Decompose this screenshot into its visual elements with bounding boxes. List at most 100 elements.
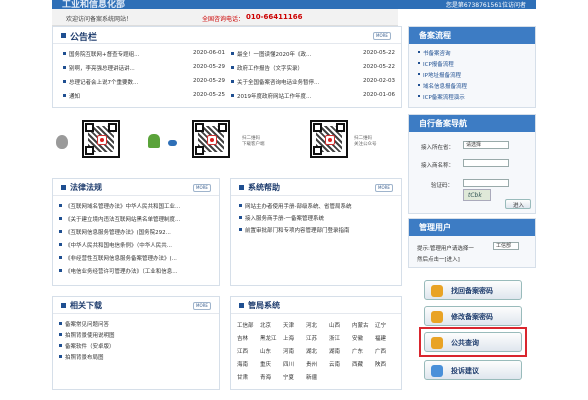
announcement-link[interactable]: 最全！一图读懂2020年《政... xyxy=(237,50,311,58)
bureau-link[interactable]: 贵州 xyxy=(306,360,317,368)
bureau-link[interactable]: 湖南 xyxy=(329,347,340,355)
admin-select[interactable]: 工信部 xyxy=(493,242,519,250)
list-item[interactable]: 总理记者会上说7个重要数... 2020-05-29 xyxy=(63,78,225,87)
list-item[interactable]: 拍照背景使用说明图 xyxy=(59,332,209,340)
visitor-count: 您是第6738761561位访问者 xyxy=(445,2,526,9)
announcement-link[interactable]: 政府工作报告（文字实录） xyxy=(237,64,303,72)
bureau-link[interactable]: 北京 xyxy=(260,321,271,329)
bureau-link[interactable]: 陕西 xyxy=(375,360,386,368)
bureau-link[interactable]: 天津 xyxy=(283,321,294,329)
list-link[interactable]: 《电信业务经营许可管理办法》（工业和信息... xyxy=(65,267,178,275)
bureau-link[interactable]: 广东 xyxy=(352,347,363,355)
bureau-link[interactable]: 甘肃 xyxy=(237,373,248,381)
process-link[interactable]: 域名信息报备流程 xyxy=(418,82,467,90)
list-item[interactable]: 《关于建立境内违法互联网站黑名单管理制度... xyxy=(59,216,209,224)
bureau-link[interactable]: 青海 xyxy=(260,373,271,381)
list-item[interactable]: 关于全国备案咨询电话业务暂停... 2020-02-03 xyxy=(231,78,395,87)
list-item[interactable]: 《中华人民共和国电信条例》（中华人民共... xyxy=(59,242,209,250)
list-link[interactable]: 前置审批部门和专项内容管理部门登录指南 xyxy=(245,226,350,234)
list-link[interactable]: 《非经营性互联网信息服务备案管理办法》(... xyxy=(65,254,177,262)
list-item[interactable]: 政府工作报告（文字实录） 2020-05-22 xyxy=(231,64,395,73)
list-item[interactable]: 接入服务商手册-一备案管理系统 xyxy=(239,215,389,223)
isp-name-field[interactable] xyxy=(463,159,509,167)
bureau-link[interactable]: 安徽 xyxy=(352,334,363,342)
list-link[interactable]: 备案软件（安卓版） xyxy=(65,342,115,350)
bureau-link[interactable]: 工信部 xyxy=(237,321,254,329)
bureau-link[interactable]: 浙江 xyxy=(329,334,340,342)
enter-button[interactable]: 进入 xyxy=(505,199,531,209)
bureau-link[interactable]: 山东 xyxy=(260,347,271,355)
bureau-link[interactable]: 海南 xyxy=(237,360,248,368)
more-button[interactable]: MORE xyxy=(193,184,211,192)
process-link[interactable]: ICP报备流程 xyxy=(418,60,454,68)
list-link[interactable]: 备案常见问题问答 xyxy=(65,320,109,328)
more-button[interactable]: MORE xyxy=(193,302,211,310)
bureau-link[interactable]: 内蒙古 xyxy=(352,321,369,329)
section-title: 管理用户 xyxy=(419,223,451,232)
announcement-link[interactable]: 别啊，李亮强总理讲话讲... xyxy=(69,64,135,72)
list-link[interactable]: 拍照背景使用说明图 xyxy=(65,331,115,339)
announcement-link[interactable]: 国务院互联网+督查专题组... xyxy=(69,50,139,58)
bureau-link[interactable]: 江苏 xyxy=(306,334,317,342)
bureau-link[interactable]: 黑龙江 xyxy=(260,334,277,342)
list-link[interactable]: 接入服务商手册-一备案管理系统 xyxy=(245,214,324,222)
bureau-link[interactable]: 云南 xyxy=(329,360,340,368)
list-item[interactable]: 前置审批部门和专项内容管理部门登录指南 xyxy=(239,227,389,235)
announcement-link[interactable]: 通知 xyxy=(69,92,80,100)
list-link[interactable]: 《中华人民共和国电信条例》（中华人民共... xyxy=(65,241,172,249)
bureau-link[interactable]: 四川 xyxy=(283,360,294,368)
bureau-link[interactable]: 吉林 xyxy=(237,334,248,342)
bureau-link[interactable]: 湖北 xyxy=(306,347,317,355)
announcement-date: 2020-02-03 xyxy=(363,78,395,84)
bureau-link[interactable]: 河南 xyxy=(283,347,294,355)
captcha-field[interactable] xyxy=(463,179,509,187)
bureau-link[interactable]: 江西 xyxy=(237,347,248,355)
list-item[interactable]: 国务院互联网+督查专题组... 2020-06-01 xyxy=(63,50,225,59)
bureau-link[interactable]: 西藏 xyxy=(352,360,363,368)
list-item[interactable]: 《非经营性互联网信息服务备案管理办法》(... xyxy=(59,255,209,263)
bureau-link[interactable]: 广西 xyxy=(375,347,386,355)
list-link[interactable]: 《关于建立境内违法互联网站黑名单管理制度... xyxy=(65,215,180,223)
announcement-link[interactable]: 关于全国备案咨询电话业务暂停... xyxy=(237,78,319,86)
list-item[interactable]: 《互联网信息服务管理办法》(国务院292... xyxy=(59,229,209,237)
list-item[interactable]: 最全！一图读懂2020年《政... 2020-05-22 xyxy=(231,50,395,59)
bureau-link[interactable]: 上海 xyxy=(283,334,294,342)
list-item[interactable]: 通知 2020-05-25 xyxy=(63,92,225,101)
section-title: 法律法规 xyxy=(70,183,102,192)
list-link[interactable]: 《互联网域名管理办法》中华人民共和国工业... xyxy=(65,202,180,210)
bureau-link[interactable]: 重庆 xyxy=(260,360,271,368)
list-item[interactable]: 别啊，李亮强总理讲话讲... 2020-05-29 xyxy=(63,64,225,73)
process-link[interactable]: ICP备案流程演示 xyxy=(418,93,465,101)
list-item[interactable]: 2019年度政府网站工作年度... 2020-01-06 xyxy=(231,92,395,101)
process-link[interactable]: IP地址报备流程 xyxy=(418,71,461,79)
process-header: 备案流程 xyxy=(409,27,535,44)
list-item[interactable]: 拍照背景布局图 xyxy=(59,354,209,362)
action-button[interactable]: 投诉建议 xyxy=(424,360,522,380)
province-select[interactable]: 请选择 xyxy=(463,141,509,149)
divider xyxy=(231,313,401,314)
action-button[interactable]: 修改备案密码 xyxy=(424,306,522,326)
list-link[interactable]: 拍照背景布局图 xyxy=(65,353,104,361)
bureau-link[interactable]: 山西 xyxy=(329,321,340,329)
captcha-image[interactable]: tCbk xyxy=(463,189,491,201)
list-link[interactable]: 《互联网信息服务管理办法》(国务院292... xyxy=(65,228,171,236)
process-link[interactable]: 书备案咨询 xyxy=(418,49,451,57)
bureau-link[interactable]: 福建 xyxy=(375,334,386,342)
announcement-date: 2020-05-22 xyxy=(363,64,395,70)
more-button[interactable]: MORE xyxy=(373,32,391,40)
bureau-link[interactable]: 辽宁 xyxy=(375,321,386,329)
qr-caption: 扫二维码 下载客户端 xyxy=(242,136,265,147)
list-item[interactable]: 《电信业务经营许可管理办法》（工业和信息... xyxy=(59,268,209,276)
list-link[interactable]: 网站主办者使用手册-部级系统、省管局系统 xyxy=(245,202,352,210)
announcement-link[interactable]: 总理记者会上说7个重要数... xyxy=(69,78,138,86)
list-item[interactable]: 备案软件（安卓版） xyxy=(59,343,209,351)
more-button[interactable]: MORE xyxy=(375,184,393,192)
action-button[interactable]: 找回备案密码 xyxy=(424,280,522,300)
bureau-link[interactable]: 宁夏 xyxy=(283,373,294,381)
bureau-link[interactable]: 新疆 xyxy=(306,373,317,381)
announcement-link[interactable]: 2019年度政府网站工作年度... xyxy=(237,92,311,100)
list-item[interactable]: 备案常见问题问答 xyxy=(59,321,209,329)
list-item[interactable]: 网站主办者使用手册-部级系统、省管局系统 xyxy=(239,203,389,211)
bureau-link[interactable]: 河北 xyxy=(306,321,317,329)
list-item[interactable]: 《互联网域名管理办法》中华人民共和国工业... xyxy=(59,203,209,211)
